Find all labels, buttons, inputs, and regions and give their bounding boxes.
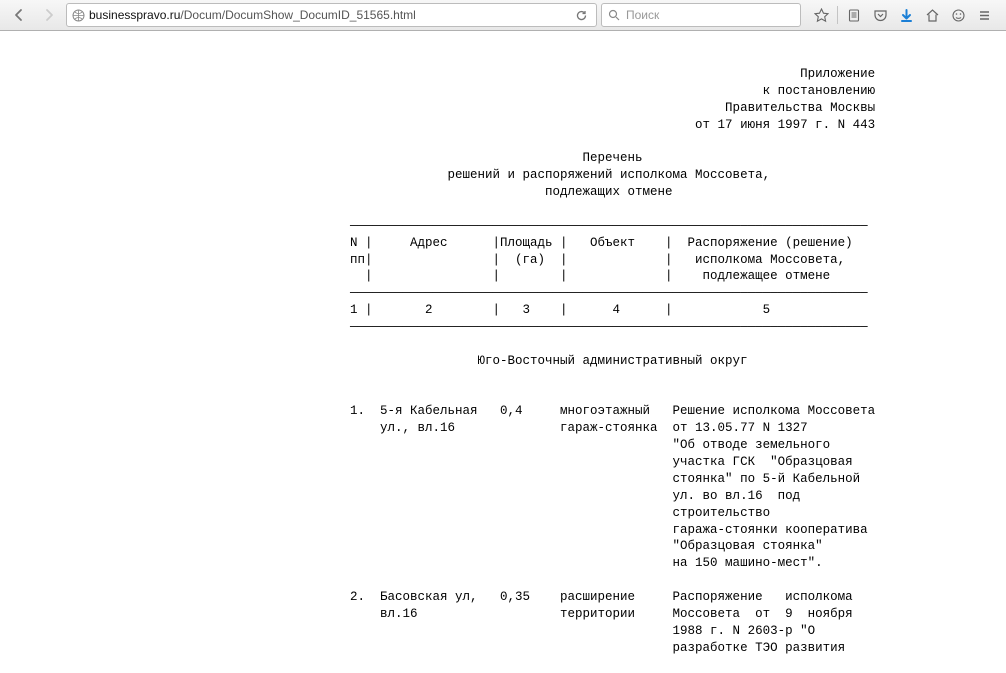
download-icon[interactable] — [894, 3, 918, 27]
search-icon — [608, 9, 620, 21]
back-button[interactable] — [6, 3, 32, 27]
home-icon[interactable] — [920, 3, 944, 27]
browser-toolbar: businesspravo.ru/Docum/DocumShow_DocumID… — [0, 0, 1006, 31]
url-bar[interactable]: businesspravo.ru/Docum/DocumShow_DocumID… — [66, 3, 597, 27]
search-bar[interactable]: Поиск — [601, 3, 801, 27]
search-placeholder: Поиск — [626, 8, 659, 22]
pocket-icon[interactable] — [868, 3, 892, 27]
tool-icons — [805, 3, 1000, 27]
globe-icon — [71, 8, 85, 22]
url-text: businesspravo.ru/Docum/DocumShow_DocumID… — [89, 8, 567, 22]
refresh-button[interactable] — [571, 9, 592, 22]
bookmark-star-icon[interactable] — [809, 3, 833, 27]
toolbar-separator — [837, 6, 838, 24]
document-content: Приложение к постановлению Правительства… — [0, 31, 1006, 673]
forward-button[interactable] — [36, 3, 62, 27]
smiley-icon[interactable] — [946, 3, 970, 27]
reading-list-icon[interactable] — [842, 3, 866, 27]
menu-icon[interactable] — [972, 3, 996, 27]
